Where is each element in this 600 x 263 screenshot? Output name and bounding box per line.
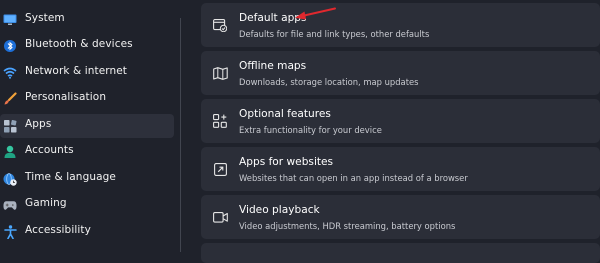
video-icon [212,209,228,225]
card-description: Video adjustments, HDR streaming, batter… [239,221,456,231]
card-description: Websites that can open in an app instead… [239,173,468,183]
sidebar-item-system[interactable]: System [0,8,174,32]
wifi-icon [3,66,17,80]
card-title: Offline maps [239,60,307,72]
optional-features-icon [212,113,228,129]
sidebar-item-label: Bluetooth & devices [25,38,133,50]
sidebar-item-gaming[interactable]: Gaming [0,193,174,217]
card-description: Defaults for file and link types, other … [239,29,430,39]
brush-icon [3,92,17,106]
sidebar-item-time-language[interactable]: Time & language [0,167,174,191]
person-icon [3,145,17,159]
sidebar-item-label: Gaming [25,197,67,209]
card-title: Optional features [239,108,331,120]
sidebar-item-accounts[interactable]: Accounts [0,140,174,164]
sidebar-item-personalisation[interactable]: Personalisation [0,87,174,111]
sidebar-item-bluetooth[interactable]: Bluetooth & devices [0,34,174,58]
default-apps-icon [212,17,228,33]
card-title: Default apps [239,12,307,24]
bluetooth-icon [3,39,17,53]
card-offline-maps[interactable]: Offline maps Downloads, storage location… [201,51,600,95]
card-optional-features[interactable]: Optional features Extra functionality fo… [201,99,600,143]
sidebar-item-label: Apps [25,118,52,130]
monitor-icon [3,13,17,27]
card-title: Video playback [239,204,320,216]
card-apps-for-websites[interactable]: Apps for websites Websites that can open… [201,147,600,191]
web-link-icon [212,161,228,177]
sidebar-item-label: Network & internet [25,65,128,77]
card-default-apps[interactable]: Default apps Defaults for file and link … [201,3,600,47]
globe-clock-icon [3,172,17,186]
accessibility-icon [3,225,17,239]
sidebar-item-network[interactable]: Network & internet [0,61,174,85]
card-video-playback[interactable]: Video playback Video adjustments, HDR st… [201,195,600,239]
sidebar-item-apps[interactable]: Apps [0,114,174,138]
card-partial[interactable] [201,243,600,263]
card-description: Extra functionality for your device [239,125,382,135]
gamepad-icon [3,198,17,212]
sidebar-item-label: Personalisation [25,91,107,103]
sidebar-item-accessibility[interactable]: Accessibility [0,220,174,244]
card-description: Downloads, storage location, map updates [239,77,419,87]
map-icon [212,65,228,81]
pane-divider [180,18,181,252]
sidebar-item-label: Accessibility [25,224,91,236]
apps-icon [3,119,17,133]
sidebar-item-label: Accounts [25,144,74,156]
sidebar-item-label: Time & language [25,171,116,183]
sidebar-item-label: System [25,12,65,24]
card-title: Apps for websites [239,156,334,168]
sidebar-nav: System Bluetooth & devices Network & int… [0,0,180,252]
